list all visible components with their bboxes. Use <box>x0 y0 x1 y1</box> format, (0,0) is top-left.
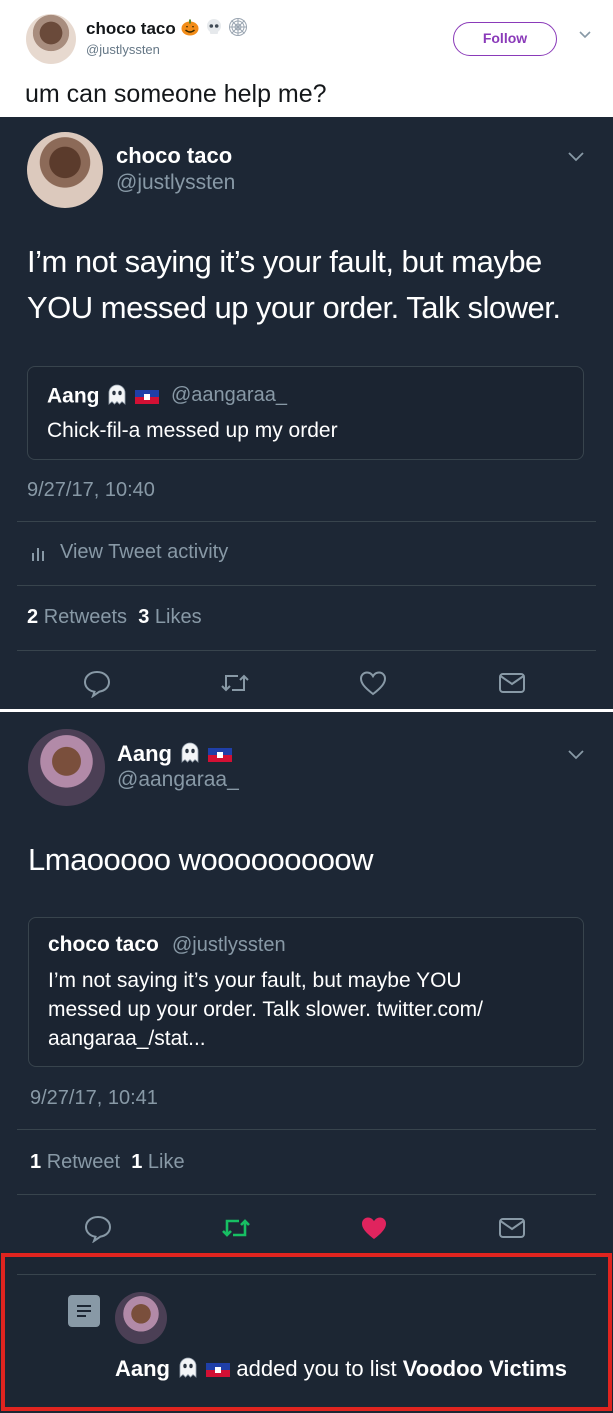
header-name-text: choco taco <box>86 18 176 38</box>
ghost-icon <box>178 740 202 770</box>
tweet1-quoted-tweet[interactable] <box>27 366 584 460</box>
chevron-down-icon[interactable] <box>566 748 586 767</box>
tweet2-quote-handle[interactable]: @justlyssten <box>172 934 286 957</box>
divider <box>17 521 596 522</box>
pumpkin-icon <box>180 17 200 42</box>
tweet1-stats[interactable]: 2 Retweets 3 Likes <box>27 606 202 629</box>
tweet2-quote-name[interactable]: choco taco <box>48 933 159 957</box>
tweet2-stats[interactable]: 1 Retweet 1 Like <box>30 1151 185 1174</box>
dm-icon[interactable] <box>497 1213 527 1243</box>
tweet2-timestamp[interactable]: 9/27/17, 10:41 <box>30 1087 158 1110</box>
tweet2-retweets-label: Retweet <box>46 1151 121 1173</box>
skull-icon <box>205 18 223 41</box>
tweet2-quote-line1: I’m not saying it’s your fault, but mayb… <box>48 969 462 992</box>
highlight-box <box>1 1253 612 1411</box>
retweet-icon[interactable] <box>219 668 249 698</box>
tweet1-quote-name: Aang <box>47 384 100 408</box>
reply-icon[interactable] <box>82 668 112 698</box>
retweet-icon-active[interactable] <box>220 1213 250 1243</box>
header-user-name[interactable]: choco taco <box>86 17 248 42</box>
header-user-handle[interactable]: @justlyssten <box>86 42 160 57</box>
ghost-icon <box>105 382 129 412</box>
tweet1-text-line1: I’m not saying it’s your fault, but mayb… <box>27 244 542 279</box>
tweet1-quote-text: Chick-fil-a messed up my order <box>47 419 338 442</box>
tweet2-likes-label: Like <box>147 1151 185 1173</box>
tweet1-avatar[interactable] <box>27 132 103 208</box>
tweet1-timestamp[interactable]: 9/27/17, 10:40 <box>27 479 155 502</box>
like-icon[interactable] <box>358 668 388 698</box>
divider <box>17 650 596 651</box>
tweet2-user-handle[interactable]: @aangaraa_ <box>117 768 239 792</box>
divider <box>17 1194 596 1195</box>
follow-button[interactable]: Follow <box>453 22 557 56</box>
tweet2-retweets-count: 1 <box>30 1151 42 1173</box>
header-tweet-text: um can someone help me? <box>25 80 327 108</box>
spiderweb-icon <box>228 17 248 42</box>
tweet2-likes-count: 1 <box>131 1151 143 1173</box>
tweet2-name-text: Aang <box>117 740 172 766</box>
header-avatar[interactable] <box>26 14 76 64</box>
divider <box>17 585 596 586</box>
tweet1-quote-handle[interactable]: @aangaraa_ <box>171 384 287 407</box>
divider <box>17 1129 596 1130</box>
haiti-flag-icon <box>208 748 233 762</box>
tweet1-user-name[interactable]: choco taco <box>116 143 232 169</box>
view-tweet-activity-link[interactable]: View Tweet activity <box>60 541 228 564</box>
tweet2-quote-line2: messed up your order. Talk slower. twitt… <box>48 998 483 1021</box>
tweet2-avatar[interactable] <box>28 729 105 806</box>
like-icon-active[interactable] <box>359 1213 389 1243</box>
tweet2-text: Lmaooooo wooooooooow <box>28 842 374 877</box>
tweet1-likes-count: 3 <box>138 606 150 628</box>
chevron-down-icon[interactable] <box>578 28 592 47</box>
tweet1-text-line2: YOU messed up your order. Talk slower. <box>27 290 561 325</box>
haiti-flag-icon <box>135 390 160 404</box>
tweet1-quote-author[interactable]: Aang <box>47 382 160 412</box>
tweet1-retweets-label: Retweets <box>43 606 128 628</box>
tweet1-likes-label: Likes <box>154 606 202 628</box>
chart-icon <box>31 544 47 567</box>
tweet2-quote-line3: aangaraa_/stat... <box>48 1027 206 1050</box>
dm-icon[interactable] <box>497 668 527 698</box>
tweet1-user-handle[interactable]: @justlyssten <box>116 171 235 195</box>
chevron-down-icon[interactable] <box>566 150 586 169</box>
tweet1-retweets-count: 2 <box>27 606 39 628</box>
reply-icon[interactable] <box>83 1213 113 1243</box>
tweet2-user-name[interactable]: Aang <box>117 740 233 770</box>
